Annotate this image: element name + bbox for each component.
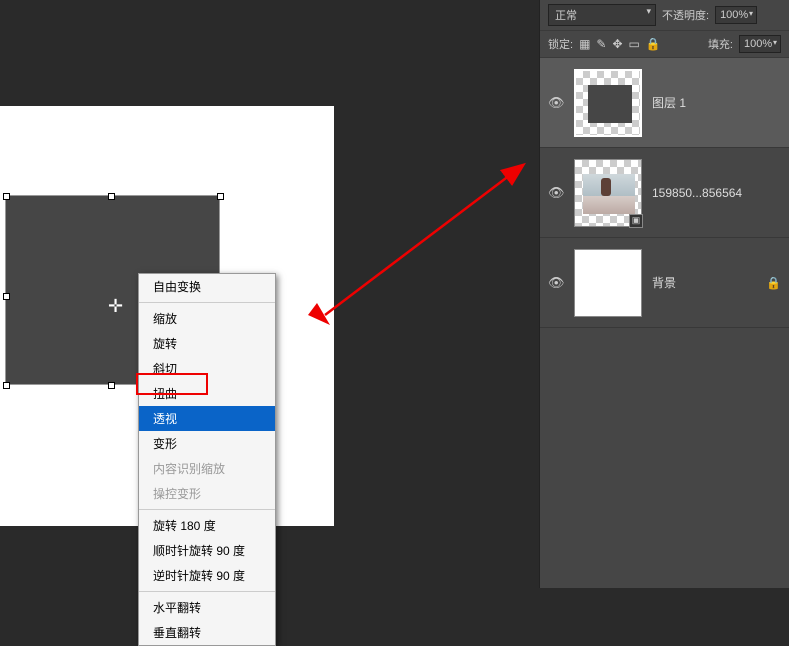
layer-thumbnail[interactable] xyxy=(574,249,642,317)
transform-handle-ml[interactable] xyxy=(3,293,10,300)
lock-pixels-icon[interactable]: ✎ xyxy=(596,37,606,51)
menu-flip-horizontal[interactable]: 水平翻转 xyxy=(139,595,275,620)
layer-name-label[interactable]: 159850...856564 xyxy=(652,186,781,200)
layer-thumbnail[interactable] xyxy=(574,69,642,137)
menu-distort[interactable]: 扭曲 xyxy=(139,381,275,406)
menu-separator xyxy=(139,591,275,592)
menu-content-aware-scale: 内容识别缩放 xyxy=(139,456,275,481)
transform-handle-tl[interactable] xyxy=(3,193,10,200)
menu-separator xyxy=(139,509,275,510)
lock-label: 锁定: xyxy=(548,36,573,52)
visibility-toggle-icon[interactable]: 👁 xyxy=(548,275,564,291)
layer-item[interactable]: 👁 ▣ 159850...856564 xyxy=(540,148,789,238)
layer-thumbnail[interactable]: ▣ xyxy=(574,159,642,227)
transform-handle-bm[interactable] xyxy=(108,382,115,389)
menu-rotate-cw-90[interactable]: 顺时针旋转 90 度 xyxy=(139,538,275,563)
smart-object-badge-icon: ▣ xyxy=(629,214,643,228)
lock-transparency-icon[interactable]: ▦ xyxy=(579,37,590,51)
menu-rotate-ccw-90[interactable]: 逆时针旋转 90 度 xyxy=(139,563,275,588)
menu-rotate[interactable]: 旋转 xyxy=(139,331,275,356)
lock-icons-group: ▦ ✎ ✥ ▭ 🔒 xyxy=(579,37,661,51)
layer-name-label[interactable]: 图层 1 xyxy=(652,94,781,111)
layer-list: 👁 图层 1 👁 ▣ 159850...856564 👁 背景 🔒 xyxy=(540,58,789,328)
menu-warp[interactable]: 变形 xyxy=(139,431,275,456)
lock-icon: 🔒 xyxy=(766,276,781,290)
opacity-field[interactable]: 100% xyxy=(715,6,757,24)
lock-artboard-icon[interactable]: ▭ xyxy=(629,37,640,51)
blend-mode-dropdown[interactable]: 正常 xyxy=(548,4,656,26)
layer-item[interactable]: 👁 图层 1 xyxy=(540,58,789,148)
menu-puppet-warp: 操控变形 xyxy=(139,481,275,506)
menu-skew[interactable]: 斜切 xyxy=(139,356,275,381)
menu-rotate-180[interactable]: 旋转 180 度 xyxy=(139,513,275,538)
layer-item[interactable]: 👁 背景 🔒 xyxy=(540,238,789,328)
lock-fill-row: 锁定: ▦ ✎ ✥ ▭ 🔒 填充: 100% xyxy=(540,31,789,58)
layer-name-label[interactable]: 背景 xyxy=(652,274,756,291)
transform-context-menu: 自由变换 缩放 旋转 斜切 扭曲 透视 变形 内容识别缩放 操控变形 旋转 18… xyxy=(138,273,276,646)
menu-free-transform[interactable]: 自由变换 xyxy=(139,274,275,299)
fill-label: 填充: xyxy=(708,36,733,52)
transform-handle-tm[interactable] xyxy=(108,193,115,200)
visibility-toggle-icon[interactable]: 👁 xyxy=(548,185,564,201)
fill-field[interactable]: 100% xyxy=(739,35,781,53)
transform-handle-tr[interactable] xyxy=(217,193,224,200)
menu-flip-vertical[interactable]: 垂直翻转 xyxy=(139,620,275,645)
opacity-label: 不透明度: xyxy=(662,7,709,23)
blend-opacity-row: 正常 不透明度: 100% xyxy=(540,0,789,31)
menu-scale[interactable]: 缩放 xyxy=(139,306,275,331)
lock-position-icon[interactable]: ✥ xyxy=(612,37,622,51)
layers-panel: 正常 不透明度: 100% 锁定: ▦ ✎ ✥ ▭ 🔒 填充: 100% 👁 图… xyxy=(539,0,789,588)
menu-separator xyxy=(139,302,275,303)
menu-perspective[interactable]: 透视 xyxy=(139,406,275,431)
lock-all-icon[interactable]: 🔒 xyxy=(646,37,661,51)
visibility-toggle-icon[interactable]: 👁 xyxy=(548,95,564,111)
transform-handle-bl[interactable] xyxy=(3,382,10,389)
